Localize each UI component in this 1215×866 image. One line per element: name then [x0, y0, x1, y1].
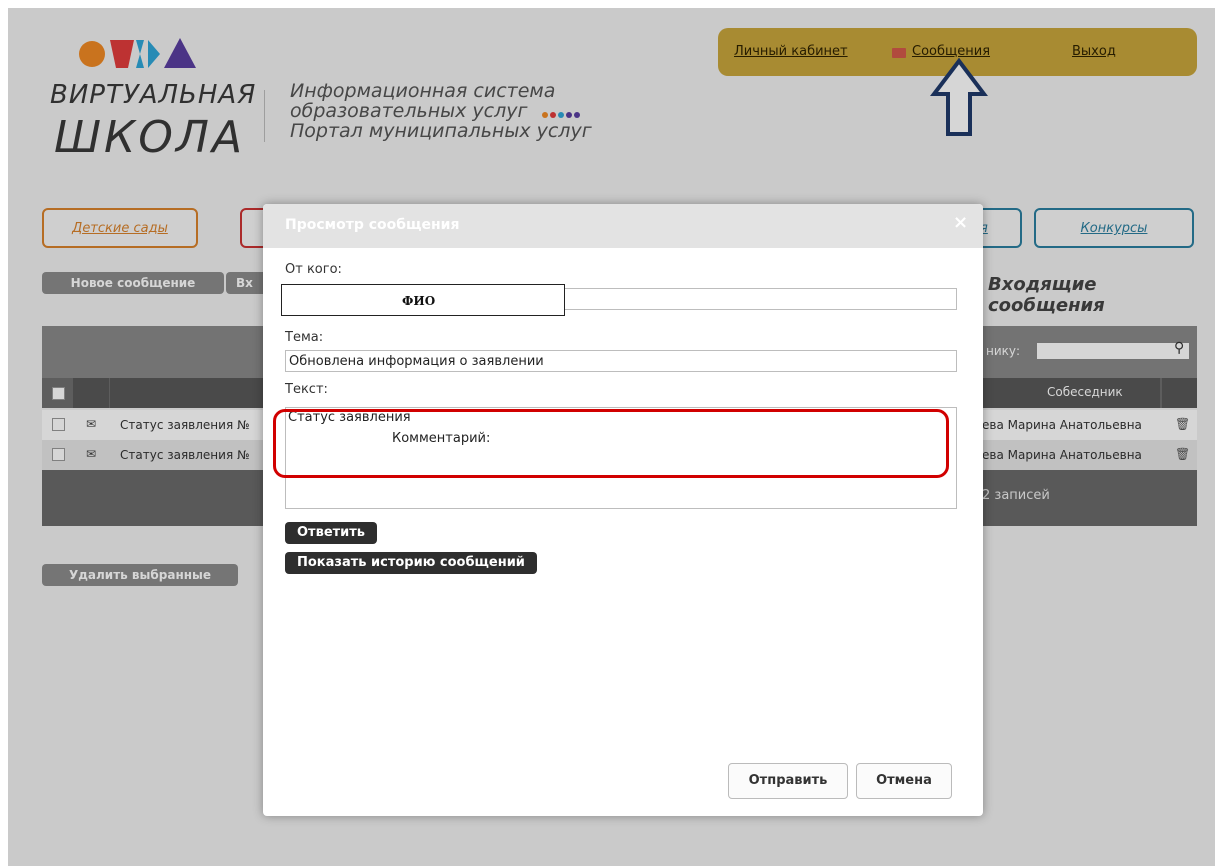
annotation-highlight-box: [273, 409, 949, 478]
redacted-name-box: ФИО: [281, 284, 565, 316]
dialog-header: Просмотр сообщения ×: [263, 204, 983, 248]
close-icon[interactable]: ×: [953, 212, 968, 233]
message-view-dialog: Просмотр сообщения × От кого: ФИО Тема: …: [263, 204, 983, 816]
show-history-button[interactable]: Показать историю сообщений: [285, 552, 537, 574]
subject-label: Тема:: [285, 330, 324, 345]
reply-button[interactable]: Ответить: [285, 522, 378, 544]
subject-field[interactable]: Обновлена информация о заявлении: [285, 350, 957, 372]
from-label: От кого:: [285, 262, 342, 277]
cancel-button[interactable]: Отмена: [856, 763, 952, 799]
dialog-title: Просмотр сообщения: [285, 217, 460, 233]
subject-value: Обновлена информация о заявлении: [289, 354, 544, 369]
send-button[interactable]: Отправить: [728, 763, 848, 799]
from-value: ФИО: [402, 294, 436, 308]
text-label: Текст:: [285, 382, 328, 397]
page: ВИРТУАЛЬНАЯ ШКОЛА Информационная система…: [8, 8, 1215, 866]
